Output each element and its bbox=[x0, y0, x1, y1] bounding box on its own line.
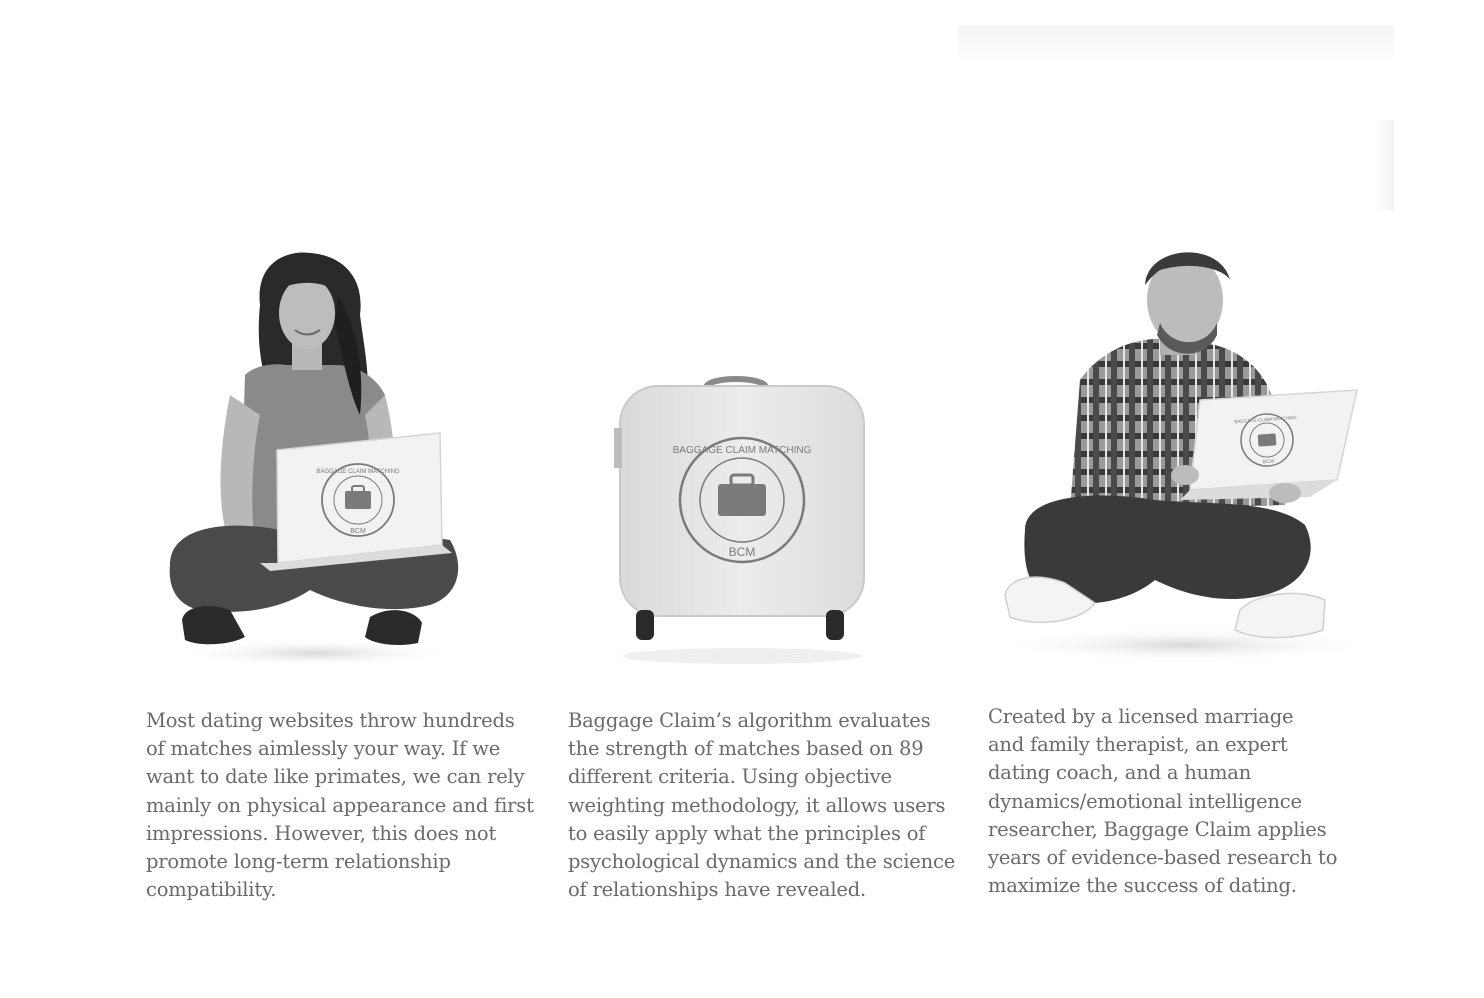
caption-line: the strength of matches based on 89 bbox=[568, 737, 924, 761]
caption-line: mainly on physical appearance and first bbox=[146, 793, 534, 817]
caption-line: and family therapist, an expert bbox=[988, 733, 1288, 757]
caption-line: different criteria. Using objective bbox=[568, 765, 892, 789]
suitcase-image: BAGGAGE CLAIM MATCHING BCM bbox=[614, 376, 865, 664]
caption-line: impressions. However, this does not bbox=[146, 821, 497, 845]
background-haze bbox=[958, 26, 1394, 66]
caption-line: promote long-term relationship bbox=[146, 850, 451, 874]
caption-man: Created by a licensed marriage and famil… bbox=[988, 703, 1368, 900]
woman-with-laptop-image: BAGGAGE CLAIM MATCHING BCM bbox=[169, 252, 459, 667]
caption-line: of relationships have revealed. bbox=[568, 878, 866, 902]
caption-line: want to date like primates, we can rely bbox=[146, 765, 525, 789]
caption-woman: Most dating websites throw hundreds of m… bbox=[146, 707, 534, 904]
caption-line: to easily apply what the principles of bbox=[568, 821, 926, 845]
caption-line: weighting methodology, it allows users bbox=[568, 793, 946, 817]
svg-text:BAGGAGE CLAIM MATCHING: BAGGAGE CLAIM MATCHING bbox=[316, 469, 400, 475]
caption-line: maximize the success of dating. bbox=[988, 874, 1297, 898]
caption-line: dynamics/emotional intelligence bbox=[988, 789, 1302, 813]
caption-line: years of evidence-based research to bbox=[988, 846, 1338, 870]
caption-line: dating coach, and a human bbox=[988, 761, 1252, 785]
caption-line: Most dating websites throw hundreds bbox=[146, 709, 515, 732]
caption-line: compatibility. bbox=[146, 878, 277, 902]
caption-line: researcher, Baggage Claim applies bbox=[988, 817, 1327, 841]
svg-text:BCM: BCM bbox=[1263, 459, 1275, 466]
caption-line: Created by a licensed marriage bbox=[988, 705, 1294, 728]
svg-text:BCM: BCM bbox=[350, 528, 366, 535]
svg-text:BCM: BCM bbox=[729, 545, 756, 559]
caption-line: Baggage Claim’s algorithm evaluates bbox=[568, 709, 931, 732]
caption-suitcase: Baggage Claim’s algorithm evaluates the … bbox=[568, 707, 956, 904]
caption-line: psychological dynamics and the science bbox=[568, 850, 956, 874]
svg-text:BAGGAGE CLAIM MATCHING: BAGGAGE CLAIM MATCHING bbox=[673, 445, 812, 456]
background-haze-edge bbox=[1376, 120, 1394, 210]
man-with-laptop-image: BAGGAGE CLAIM MATCHING BCM bbox=[995, 252, 1375, 663]
caption-line: of matches aimlessly your way. If we bbox=[146, 737, 501, 761]
